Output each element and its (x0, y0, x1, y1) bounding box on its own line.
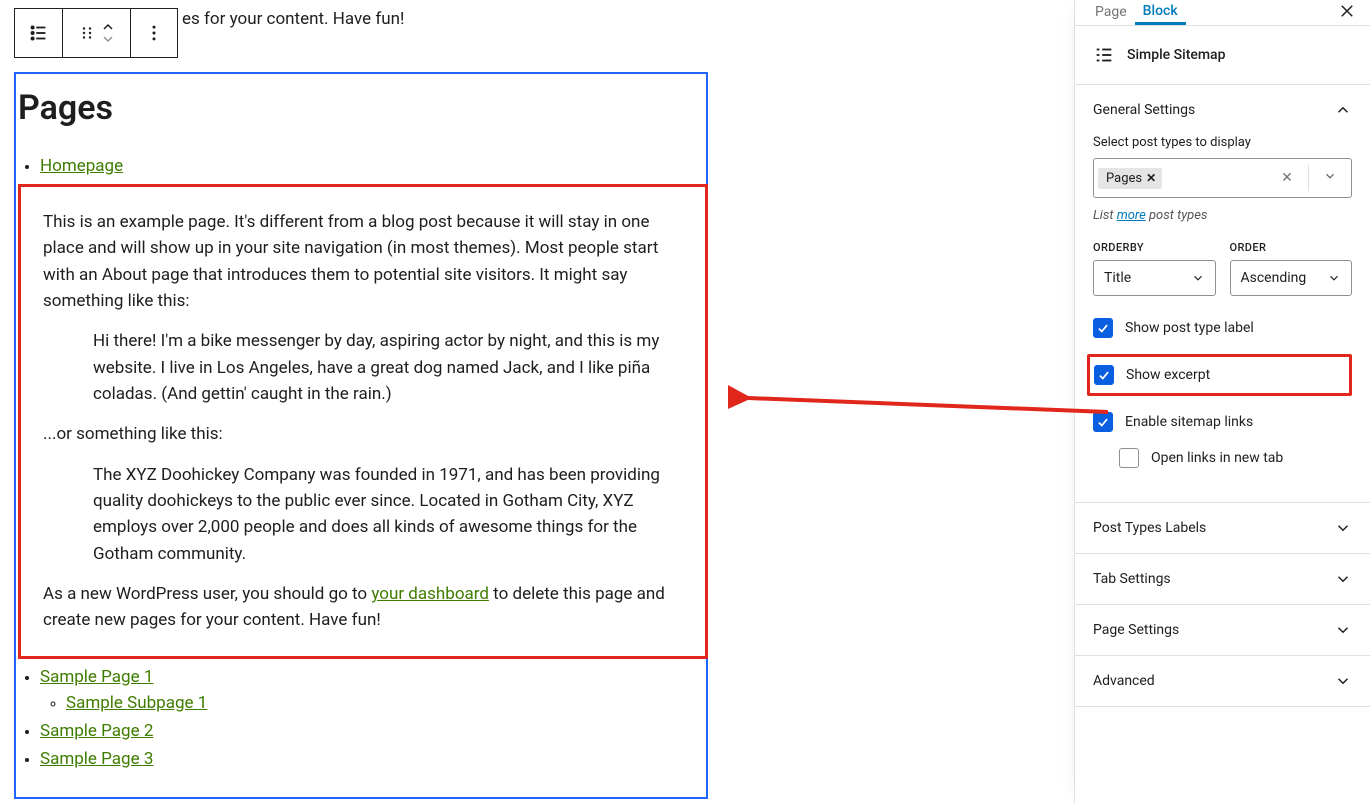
annotation-arrow (728, 378, 1128, 428)
panel-page-settings: Page Settings (1075, 605, 1370, 656)
excerpt-highlight: This is an example page. It's different … (18, 184, 708, 659)
panel-toggle-page-settings[interactable]: Page Settings (1075, 605, 1370, 655)
sitemap-link-sample2[interactable]: Sample Page 2 (40, 721, 153, 741)
settings-sidebar: Page Block Simple Sitemap General Settin… (1074, 0, 1370, 803)
sitemap-icon (1093, 44, 1115, 66)
chevron-down-icon (1334, 621, 1352, 639)
panel-toggle-advanced[interactable]: Advanced (1075, 656, 1370, 706)
block-name-label: Simple Sitemap (1127, 47, 1225, 63)
sitemap-link-sample3[interactable]: Sample Page 3 (40, 749, 153, 769)
block-toolbar (14, 8, 178, 58)
editor-canvas: es for your content. Have fun! Pages Hom… (14, 0, 1074, 803)
checkbox-show-excerpt[interactable] (1094, 365, 1114, 385)
toggle-enable-links: Enable sitemap links (1093, 412, 1352, 432)
sitemap-link-sample1[interactable]: Sample Page 1 (40, 667, 153, 687)
tab-page[interactable]: Page (1087, 0, 1135, 25)
kebab-icon (144, 23, 164, 43)
sitemap-list: Homepage This is an example page. It's d… (18, 156, 704, 769)
list-more-hint: List more post types (1093, 208, 1352, 223)
list-item: Sample Page 1 Sample Subpage 1 (40, 667, 704, 713)
chevron-down-icon (1191, 271, 1205, 285)
panel-advanced: Advanced (1075, 656, 1370, 707)
checkbox-new-tab[interactable] (1119, 448, 1139, 468)
excerpt-paragraph: ...or something like this: (43, 421, 693, 447)
simple-sitemap-block[interactable]: Pages Homepage This is an example page. … (14, 72, 708, 799)
move-up-button[interactable] (100, 21, 116, 33)
toggle-show-excerpt: Show excerpt (1087, 354, 1352, 396)
sitemap-heading: Pages (18, 88, 704, 128)
post-types-select[interactable]: Pages ✕ ✕ (1093, 158, 1352, 198)
orderby-select[interactable]: Title (1093, 260, 1216, 296)
toggle-open-new-tab: Open links in new tab (1119, 448, 1352, 468)
order-label: ORDER (1230, 241, 1353, 254)
sitemap-link-subpage1[interactable]: Sample Subpage 1 (66, 693, 207, 713)
checkbox-enable-links[interactable] (1093, 412, 1113, 432)
excerpt-quote: Hi there! I'm a bike messenger by day, a… (93, 328, 693, 407)
chevron-down-icon (1334, 519, 1352, 537)
panel-tab-settings: Tab Settings (1075, 554, 1370, 605)
move-down-button[interactable] (100, 33, 116, 45)
sidebar-tabs: Page Block (1075, 0, 1370, 26)
block-card: Simple Sitemap (1075, 26, 1370, 85)
preceding-paragraph-tail: es for your content. Have fun! (182, 9, 404, 29)
order-select[interactable]: Ascending (1230, 260, 1353, 296)
chevron-up-icon (1334, 101, 1352, 119)
open-dropdown-button[interactable] (1313, 169, 1347, 187)
orderby-label: ORDERBY (1093, 241, 1216, 254)
panel-post-types-labels: Post Types Labels (1075, 503, 1370, 554)
list-item: Sample Page 3 (40, 749, 704, 769)
close-sidebar-button[interactable] (1338, 2, 1356, 24)
sitemap-link-homepage[interactable]: Homepage (40, 156, 123, 176)
excerpt-paragraph: This is an example page. It's different … (43, 209, 693, 314)
excerpt-paragraph: As a new WordPress user, you should go t… (43, 581, 693, 634)
panel-toggle-general[interactable]: General Settings (1075, 85, 1370, 135)
tab-block[interactable]: Block (1135, 0, 1186, 25)
post-types-label: Select post types to display (1093, 135, 1352, 150)
panel-toggle-post-types-labels[interactable]: Post Types Labels (1075, 503, 1370, 553)
panel-toggle-tab-settings[interactable]: Tab Settings (1075, 554, 1370, 604)
post-type-token: Pages ✕ (1098, 168, 1162, 189)
panel-general-settings: General Settings Select post types to di… (1075, 85, 1370, 503)
block-options-button[interactable] (131, 9, 177, 57)
toggle-show-post-type-label: Show post type label (1093, 318, 1352, 338)
list-more-link[interactable]: more (1117, 208, 1146, 223)
excerpt-quote: The XYZ Doohickey Company was founded in… (93, 462, 693, 567)
drag-handle-icon[interactable] (78, 24, 96, 42)
checkbox-show-label[interactable] (1093, 318, 1113, 338)
list-item: Sample Page 2 (40, 721, 704, 741)
chevron-down-icon (1334, 672, 1352, 690)
list-item: Homepage This is an example page. It's d… (40, 156, 704, 659)
list-item: Sample Subpage 1 (66, 693, 704, 713)
chevron-down-icon (1334, 570, 1352, 588)
clear-tokens-button[interactable]: ✕ (1270, 170, 1304, 186)
list-icon (28, 22, 50, 44)
block-type-button[interactable] (15, 9, 63, 57)
chevron-down-icon (1327, 271, 1341, 285)
dashboard-link[interactable]: your dashboard (371, 584, 489, 604)
remove-token-button[interactable]: ✕ (1146, 171, 1156, 185)
